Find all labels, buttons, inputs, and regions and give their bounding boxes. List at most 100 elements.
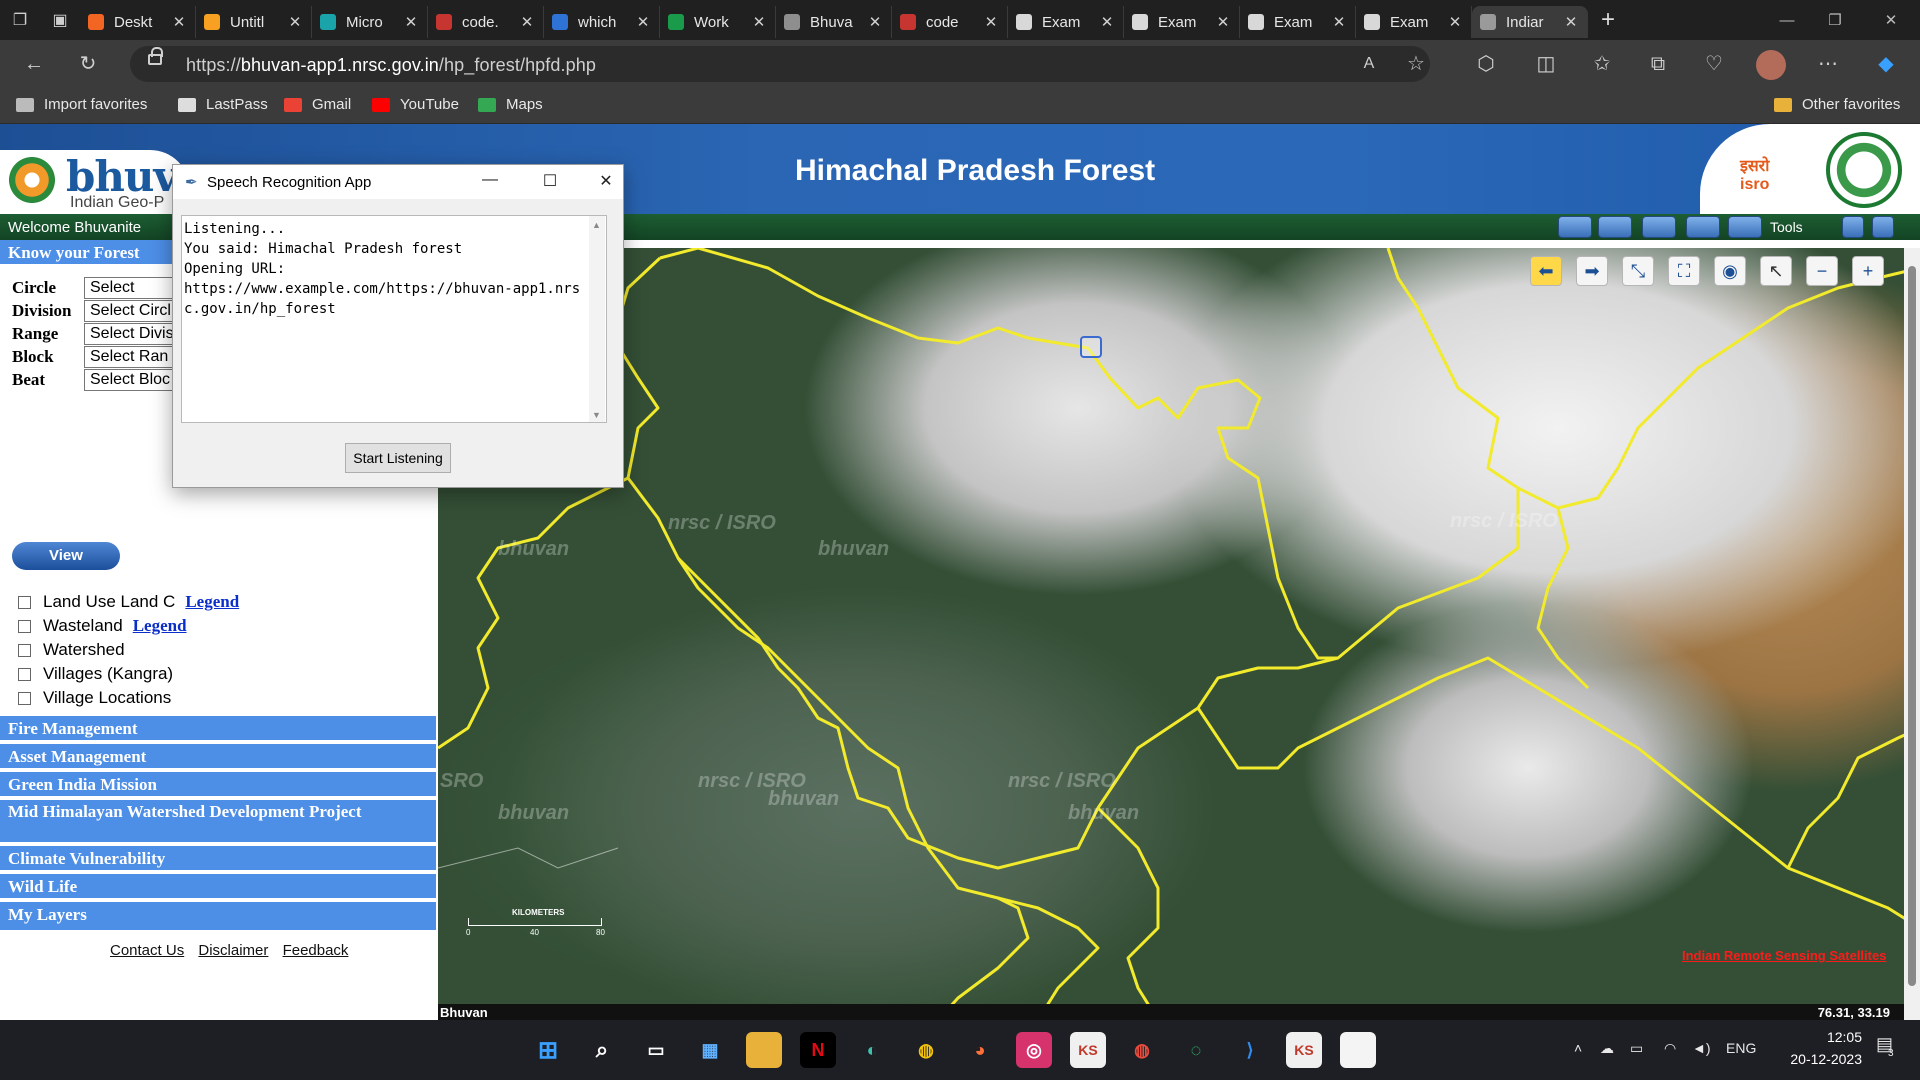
section-header[interactable]: My Layers (0, 902, 436, 928)
widgets-icon[interactable]: ▦ (692, 1032, 728, 1068)
tab-close-icon[interactable]: ✕ (1331, 13, 1347, 31)
browser-tab[interactable]: Micro ✕ (312, 6, 428, 38)
clock-time[interactable]: 12:05 (1792, 1029, 1862, 1045)
pan-hand-icon[interactable] (1686, 216, 1720, 238)
zoom-in-icon[interactable]: + (1852, 256, 1884, 286)
volume-icon[interactable]: ◄) (1692, 1040, 1711, 1056)
locate-icon[interactable] (1080, 336, 1102, 358)
filter-select[interactable]: Select (84, 277, 184, 299)
full-extent-icon[interactable]: ⛶ (1668, 256, 1700, 286)
layer-checkbox[interactable] (18, 595, 31, 609)
browser-essentials-icon[interactable]: ♡ (1700, 50, 1728, 78)
tab-close-icon[interactable]: ✕ (171, 13, 187, 31)
view-button[interactable]: View (12, 542, 120, 570)
favorite-link[interactable]: Import favorites (16, 96, 147, 113)
back-arrow-icon[interactable]: ⬅ (1530, 256, 1562, 286)
favorite-link[interactable]: LastPass (178, 96, 268, 113)
read-aloud-icon[interactable]: A (1355, 50, 1383, 78)
favorite-link[interactable]: Gmail (284, 96, 351, 113)
start-listening-button[interactable]: Start Listening (345, 443, 451, 473)
app-icon[interactable]: KS (1070, 1032, 1106, 1068)
layer-checkbox-row[interactable]: Village Locations (18, 688, 171, 708)
select-pointer-icon[interactable]: ↖ (1760, 256, 1792, 286)
close-icon[interactable]: ✕ (591, 171, 621, 193)
battery-icon[interactable]: ▭ (1630, 1040, 1643, 1057)
layer-checkbox-row[interactable]: Land Use Land C Legend (18, 592, 239, 612)
minimize-icon[interactable]: — (475, 171, 505, 193)
search-icon[interactable]: ⌕ (584, 1032, 620, 1068)
browser-tab[interactable]: Deskt ✕ (80, 6, 196, 38)
browser-tab[interactable]: Bhuva ✕ (776, 6, 892, 38)
filter-select[interactable]: Select Circl (84, 300, 184, 322)
forward-arrow-icon[interactable]: ➡ (1576, 256, 1608, 286)
window-titlebar[interactable]: ✒ Speech Recognition App — ☐ ✕ (173, 165, 623, 199)
browser-tab[interactable]: code. ✕ (428, 6, 544, 38)
transcript-scrollbar[interactable]: ▲ ▼ (589, 216, 605, 422)
tab-close-icon[interactable]: ✕ (1099, 13, 1115, 31)
draw-tool-icon[interactable] (1558, 216, 1592, 238)
layer-checkbox[interactable] (18, 619, 31, 633)
close-window-icon[interactable]: ✕ (1862, 0, 1920, 40)
browser-tab[interactable]: Indiar ✕ (1472, 6, 1588, 38)
collections-icon[interactable]: ⧉ (1644, 50, 1672, 78)
page-scrollbar[interactable] (1904, 248, 1920, 1020)
tab-close-icon[interactable]: ✕ (519, 13, 535, 31)
section-header[interactable]: Mid Himalayan Watershed Development Proj… (0, 800, 436, 844)
irs-link[interactable]: Indian Remote Sensing Satellites (1682, 948, 1886, 963)
more-menu-icon[interactable]: ⋯ (1814, 50, 1842, 78)
favorite-link[interactable]: Maps (478, 96, 543, 113)
layer-checkbox-row[interactable]: Wasteland Legend (18, 616, 187, 636)
measure-tool-icon[interactable] (1598, 216, 1632, 238)
chrome-profile-icon[interactable]: ◍ (1124, 1032, 1160, 1068)
tools-menu[interactable]: Tools (1770, 219, 1803, 235)
url-text[interactable]: https://bhuvan-app1.nrsc.gov.in/hp_fores… (186, 55, 596, 76)
show-hidden-icons[interactable]: ˄ (1574, 1040, 1582, 1056)
edge-icon[interactable]: ◐ (854, 1032, 890, 1068)
firefox-icon[interactable]: ◕ (962, 1032, 998, 1068)
legend-link[interactable]: Legend (133, 616, 187, 636)
filter-select[interactable]: Select Divis (84, 323, 184, 345)
tab-close-icon[interactable]: ✕ (1447, 13, 1463, 31)
profile-avatar[interactable] (1756, 50, 1786, 80)
layer-checkbox[interactable] (18, 691, 31, 705)
wifi-icon[interactable]: ◠ (1664, 1040, 1676, 1057)
browser-tab[interactable]: Exam ✕ (1124, 6, 1240, 38)
map-view[interactable]: nrsc / ISRO bhuvan nrsc / ISRO bhuvan nr… (438, 248, 1920, 1020)
browser-tab[interactable]: Exam ✕ (1356, 6, 1472, 38)
file-explorer-icon[interactable] (746, 1032, 782, 1068)
split-screen-icon[interactable]: ◫ (1532, 50, 1560, 78)
notepad-icon[interactable] (1340, 1032, 1376, 1068)
browser-tab[interactable]: Exam ✕ (1240, 6, 1356, 38)
address-bar[interactable]: https://bhuvan-app1.nrsc.gov.in/hp_fores… (130, 46, 1430, 82)
browser-tab[interactable]: which ✕ (544, 6, 660, 38)
section-header[interactable]: Climate Vulnerability (0, 846, 436, 872)
tab-close-icon[interactable]: ✕ (635, 13, 651, 31)
clock-date[interactable]: 20-12-2023 (1772, 1051, 1862, 1067)
netflix-icon[interactable]: N (800, 1032, 836, 1068)
legend-link[interactable]: Legend (185, 592, 239, 612)
home-icon[interactable] (1872, 216, 1894, 238)
favorite-star-icon[interactable]: ☆ (1402, 50, 1430, 78)
disclaimer-link[interactable]: Disclaimer (198, 942, 268, 959)
task-view-icon[interactable]: ▭ (638, 1032, 674, 1068)
bhuvan-logo[interactable]: bhuvan Indian Geo-P (0, 150, 234, 214)
chrome-icon[interactable]: ◍ (908, 1032, 944, 1068)
scrollbar-thumb[interactable] (1908, 266, 1916, 986)
language-indicator[interactable]: ENG (1726, 1040, 1756, 1056)
feedback-link[interactable]: Feedback (283, 942, 349, 959)
browser-tab[interactable]: code ✕ (892, 6, 1008, 38)
favorites-icon[interactable]: ✩ (1588, 50, 1616, 78)
globe-icon[interactable]: ◉ (1714, 256, 1746, 286)
maximize-icon[interactable]: ☐ (535, 171, 565, 193)
contact-us-link[interactable]: Contact Us (110, 942, 184, 959)
spotify-like-icon[interactable]: ◌ (1178, 1032, 1214, 1068)
layer-checkbox[interactable] (18, 667, 31, 681)
transcript-textarea[interactable]: Listening... You said: Himachal Pradesh … (181, 215, 607, 423)
section-header[interactable]: Fire Management (0, 716, 436, 742)
zoom-extent-icon[interactable]: ⤡ (1622, 256, 1654, 286)
extensions-icon[interactable]: ⬡ (1472, 50, 1500, 78)
instagram-icon[interactable]: ◎ (1016, 1032, 1052, 1068)
layer-checkbox[interactable] (18, 643, 31, 657)
tab-close-icon[interactable]: ✕ (1215, 13, 1231, 31)
tab-close-icon[interactable]: ✕ (983, 13, 999, 31)
